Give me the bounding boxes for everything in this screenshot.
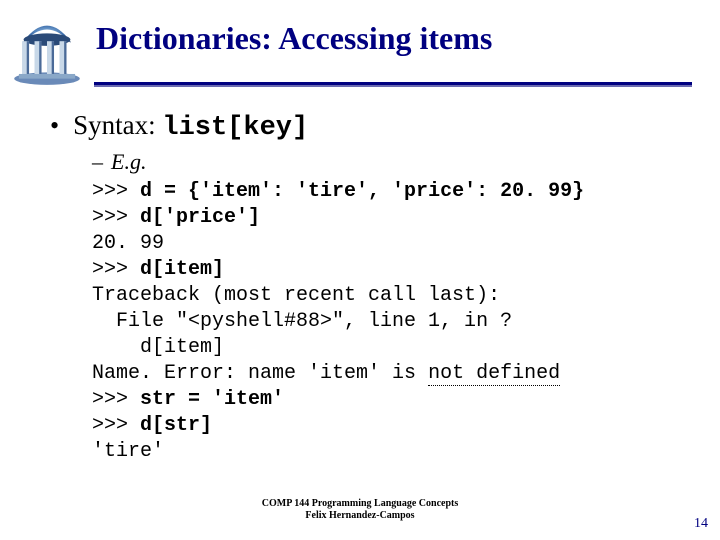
footer: COMP 144 Programming Language Concepts F… — [0, 498, 720, 522]
footer-author: Felix Hernandez-Campos — [0, 510, 720, 522]
code-l11: 'tire' — [92, 440, 164, 463]
code-l9: str = 'item' — [140, 388, 284, 411]
slide-title: Dictionaries: Accessing items — [96, 20, 492, 57]
syntax-label: Syntax: — [73, 110, 162, 140]
syntax-line: • Syntax: list[key] — [50, 110, 680, 143]
code-l4: d[item] — [140, 258, 224, 281]
code-block: >>> d = {'item': 'tire', 'price': 20. 99… — [92, 179, 680, 465]
bullet-icon: • — [50, 113, 59, 139]
code-l10: d[str] — [140, 414, 212, 437]
header: Dictionaries: Accessing items — [0, 0, 720, 88]
eg-label: E.g. — [111, 149, 146, 175]
syntax-text: Syntax: list[key] — [73, 110, 308, 143]
code-l8a: Name. Error: name 'item' is — [92, 362, 428, 385]
content-area: • Syntax: list[key] – E.g. >>> d = {'ite… — [50, 110, 680, 465]
code-l5: Traceback (most recent call last): — [92, 284, 500, 307]
code-l9-prompt: >>> — [92, 388, 140, 411]
code-l6: File "<pyshell#88>", line 1, in ? — [92, 310, 512, 333]
code-l3: 20. 99 — [92, 232, 164, 255]
well-logo — [8, 10, 86, 88]
title-rule — [94, 82, 692, 87]
code-l8b: not defined — [428, 362, 560, 386]
footer-course: COMP 144 Programming Language Concepts — [0, 498, 720, 510]
eg-line: – E.g. — [92, 149, 680, 175]
code-l1-prompt: >>> — [92, 180, 140, 203]
code-l1: d = {'item': 'tire', 'price': 20. 99} — [140, 180, 584, 203]
syntax-code: list[key] — [162, 113, 308, 143]
code-l2-prompt: >>> — [92, 206, 140, 229]
code-l2: d['price'] — [140, 206, 260, 229]
code-l7: d[item] — [92, 336, 224, 359]
code-l10-prompt: >>> — [92, 414, 140, 437]
page-number: 14 — [694, 516, 708, 532]
dash-icon: – — [92, 149, 103, 175]
code-l4-prompt: >>> — [92, 258, 140, 281]
